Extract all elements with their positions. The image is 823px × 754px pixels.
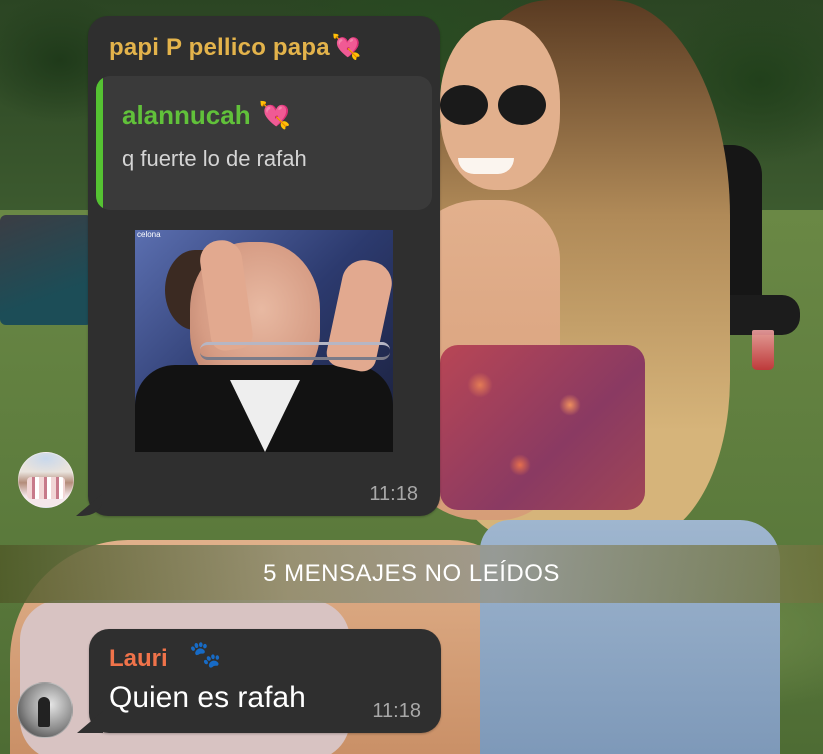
cup — [752, 330, 774, 370]
bandeau-top — [440, 345, 645, 510]
message-bubble[interactable]: Lauri 🐾 Quien es rafah 11:18 — [89, 629, 441, 733]
reply-preview[interactable]: alannucah 💘 q fuerte lo de rafah — [96, 76, 432, 210]
sender-name[interactable]: Lauri — [109, 645, 168, 673]
heart-arrow-icon: 💘 — [331, 34, 362, 61]
message-bubble[interactable]: papi P pellico papa💘 alannucah 💘 q fuerte… — [88, 16, 440, 516]
message-text: Quien es rafah — [109, 681, 306, 714]
message-time: 11:18 — [372, 700, 421, 722]
reply-text: q fuerte lo de rafah — [122, 146, 307, 171]
sunglasses — [440, 85, 550, 135]
handcuffs — [200, 342, 390, 360]
group-photo-avatar[interactable] — [18, 452, 74, 508]
reply-author-text: alannucah — [122, 100, 251, 130]
handcuffed-man-sticker[interactable]: celona — [135, 230, 393, 452]
reply-author: alannucah 💘 — [122, 100, 291, 131]
sender-name[interactable]: papi P pellico papa💘 — [109, 33, 362, 62]
paw-prints-icon: 🐾 — [189, 639, 222, 669]
bw-photo-avatar[interactable] — [17, 682, 73, 738]
reply-accent-bar — [96, 76, 103, 210]
smile — [458, 158, 514, 174]
sender-name-text: papi P pellico papa — [109, 34, 330, 61]
message-time: 11:18 — [369, 483, 418, 505]
tv-channel-logo: celona — [137, 230, 161, 239]
unread-messages-banner: 5 MENSAJES NO LEÍDOS — [0, 545, 823, 603]
heart-arrow-icon: 💘 — [258, 100, 291, 130]
blanket — [0, 215, 92, 325]
unread-banner-text: 5 MENSAJES NO LEÍDOS — [263, 560, 560, 587]
